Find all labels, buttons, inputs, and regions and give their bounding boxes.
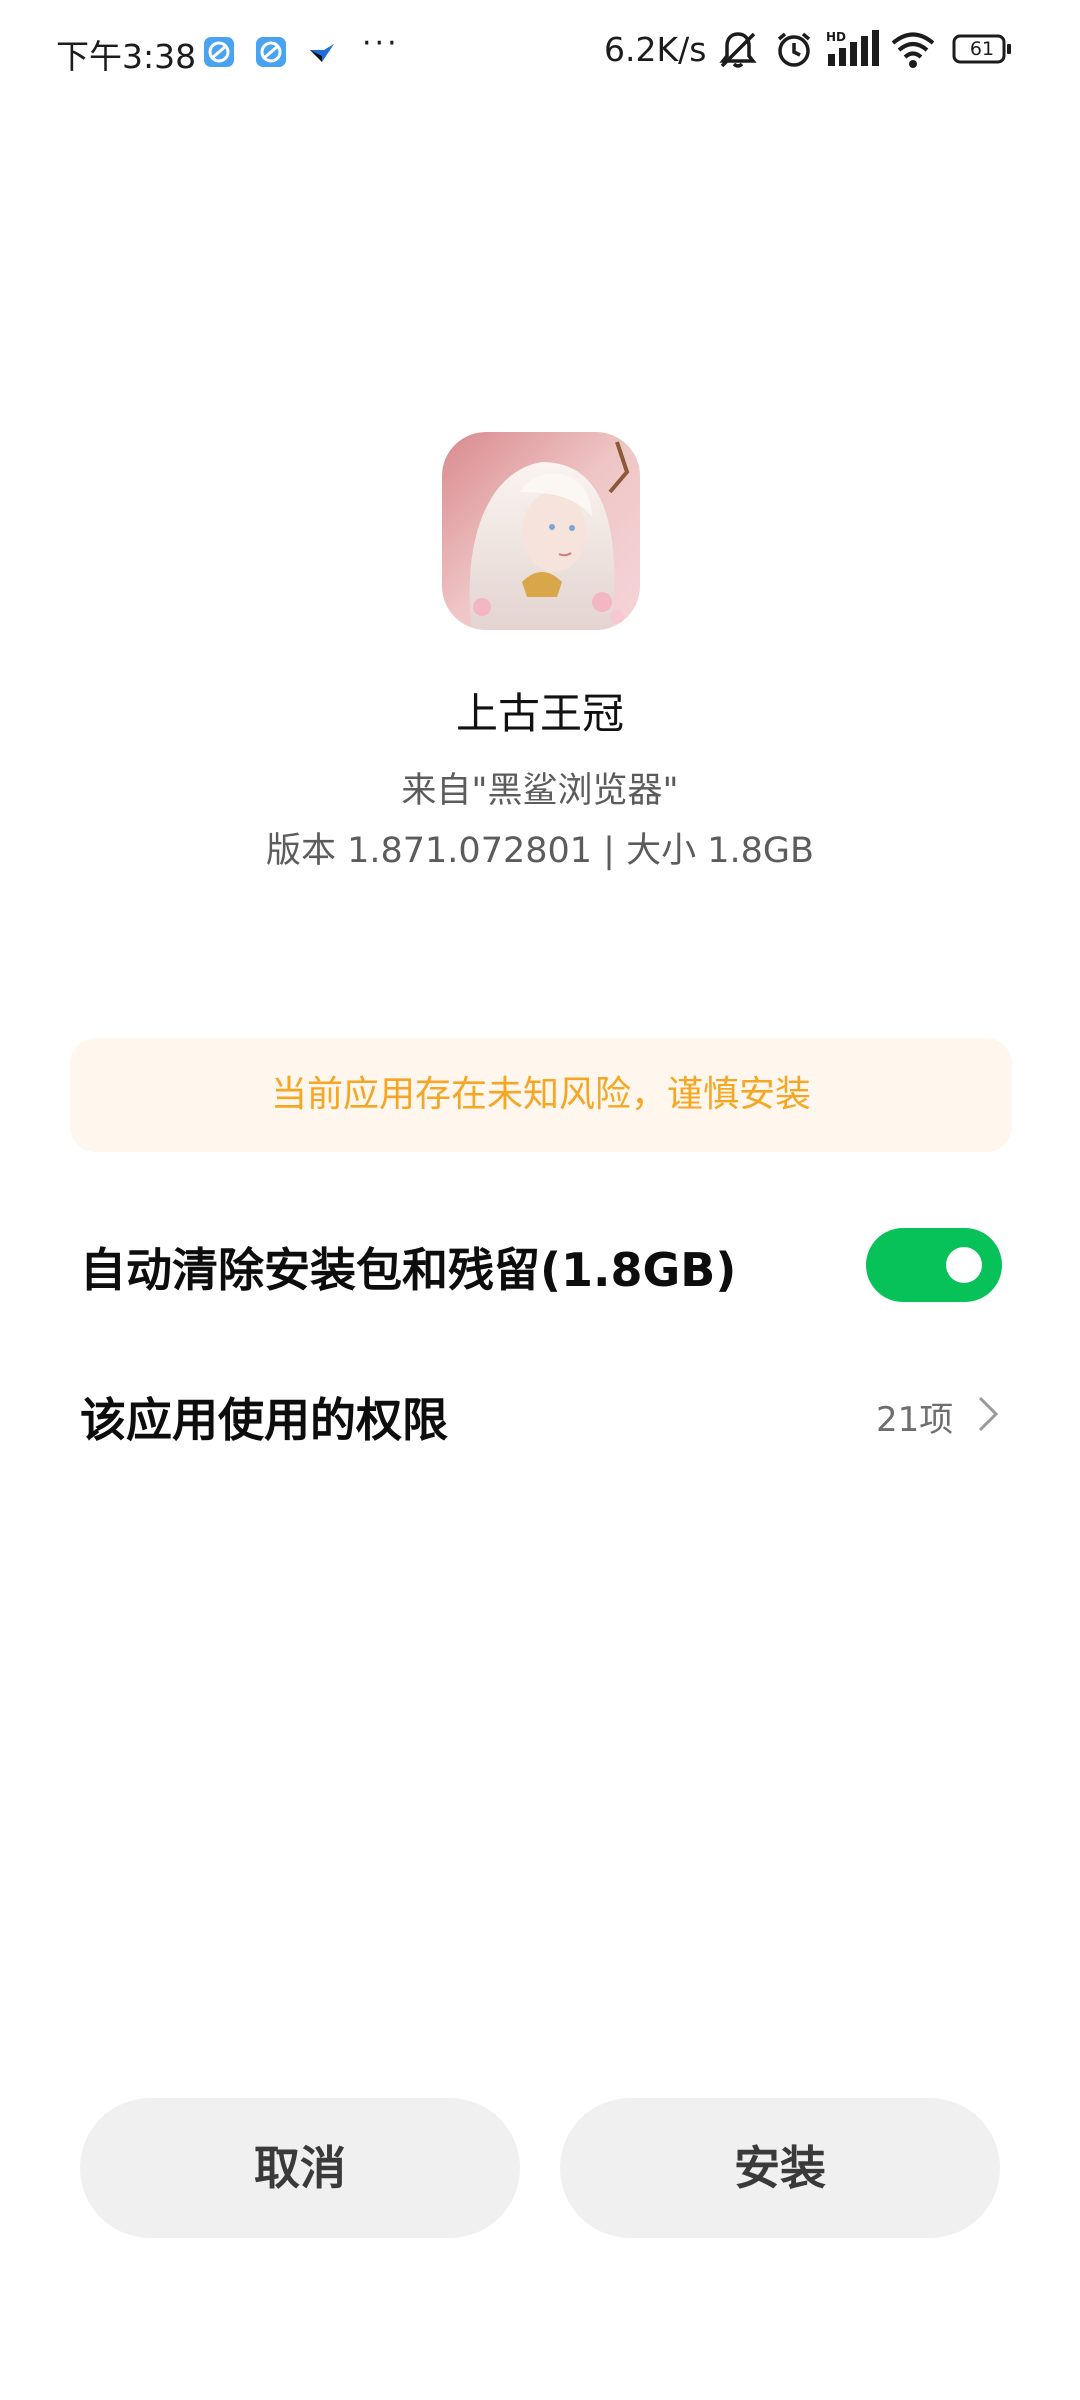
alarm-icon (777, 32, 811, 67)
app-icon (442, 432, 640, 630)
browser-app-icon (204, 37, 234, 67)
permissions-label: 该应用使用的权限 (80, 1393, 448, 1447)
auto-clean-label: 自动清除安装包和残留(1.8GB) (80, 1243, 737, 1297)
battery-icon: 61 (952, 34, 1012, 64)
auto-clean-toggle[interactable] (866, 1228, 1002, 1302)
app-version-size: 版本 1.871.072801 | 大小 1.8GB (265, 831, 815, 871)
battery-level: 61 (969, 38, 995, 60)
network-speed: 6.2K/s (604, 30, 707, 69)
app-source: 来自"黑鲨浏览器" (401, 771, 679, 811)
chevron-right-icon (978, 1396, 999, 1432)
permissions-count: 21项 (876, 1400, 954, 1440)
cancel-button[interactable]: 取消 (80, 2098, 520, 2238)
bird-app-icon (310, 44, 334, 62)
status-bar: 下午3:38 ··· 6.2K/s HD 61 (0, 0, 1080, 104)
status-time: 下午3:38 (56, 37, 197, 76)
mute-bell-icon (719, 32, 757, 68)
risk-warning-banner: 当前应用存在未知风险，谨慎安装 (70, 1038, 1012, 1152)
more-notifications-icon: ··· (362, 26, 400, 61)
browser-app-icon (256, 37, 286, 67)
toggle-knob (946, 1247, 982, 1283)
install-button[interactable]: 安装 (560, 2098, 1000, 2238)
app-name: 上古王冠 (455, 689, 624, 738)
wifi-icon (891, 32, 935, 68)
hd-signal-icon: HD (826, 30, 879, 66)
svg-text:HD: HD (826, 30, 846, 44)
